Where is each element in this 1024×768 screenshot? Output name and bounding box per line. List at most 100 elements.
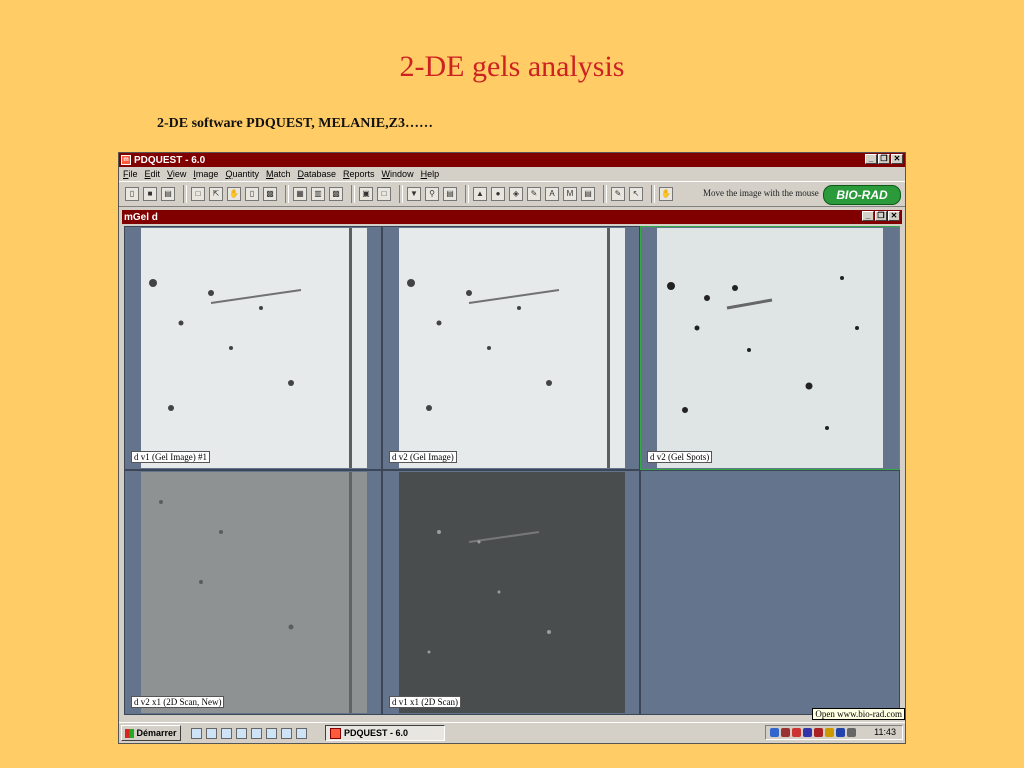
clock[interactable]: 11:43 bbox=[874, 727, 896, 737]
app-titlebar[interactable]: m PDQUEST - 6.0 _ ❐ ✕ bbox=[119, 153, 905, 167]
gel-image-2 bbox=[399, 228, 625, 468]
menu-image[interactable]: Image bbox=[193, 169, 218, 179]
text-abc-icon[interactable]: A bbox=[545, 187, 559, 201]
bio-rad-tooltip: Open www.bio-rad.com bbox=[812, 708, 905, 720]
menu-file[interactable]: File bbox=[123, 169, 138, 179]
menu-quantity[interactable]: Quantity bbox=[225, 169, 259, 179]
crop-icon[interactable]: □ bbox=[191, 187, 205, 201]
menu-match[interactable]: Match bbox=[266, 169, 291, 179]
subwindow-title: Gel d bbox=[132, 211, 158, 223]
quicklaunch-icon-2[interactable] bbox=[206, 727, 217, 739]
match-icon[interactable]: ◈ bbox=[509, 187, 523, 201]
menubar: File Edit View Image Quantity Match Data… bbox=[119, 167, 905, 181]
menu-database[interactable]: Database bbox=[298, 169, 337, 179]
table-icon[interactable]: ▤ bbox=[443, 187, 457, 201]
start-label: Démarrer bbox=[136, 728, 177, 738]
edit-tool-icon[interactable]: ✎ bbox=[611, 187, 625, 201]
slide-subtitle: 2-DE software PDQUEST, MELANIE,Z3…… bbox=[157, 116, 433, 131]
start-button[interactable]: Démarrer bbox=[121, 725, 181, 741]
annotate-icon[interactable]: ✎ bbox=[527, 187, 541, 201]
page-icon[interactable]: ▯ bbox=[245, 187, 259, 201]
taskbar: Démarrer PDQUEST - 6.0 11:43 bbox=[119, 722, 905, 743]
menu-edit[interactable]: Edit bbox=[145, 169, 161, 179]
quicklaunch-icon-1[interactable] bbox=[191, 727, 202, 739]
pdquest-app-icon: m bbox=[121, 155, 131, 165]
mwpi-icon[interactable]: M bbox=[563, 187, 577, 201]
tray-icon-1[interactable] bbox=[770, 728, 779, 737]
gel-spots-image bbox=[657, 228, 883, 468]
pdquest-window: m PDQUEST - 6.0 _ ❐ ✕ File Edit View Ima… bbox=[118, 152, 906, 744]
shield-icon[interactable] bbox=[814, 728, 823, 737]
menu-reports[interactable]: Reports bbox=[343, 169, 375, 179]
panel-label-3: d v2 (Gel Spots) bbox=[647, 451, 713, 463]
tray-icon-6[interactable] bbox=[825, 728, 834, 737]
task-label: PDQUEST - 6.0 bbox=[344, 728, 409, 738]
quick-launch bbox=[191, 727, 307, 739]
tray-icon-8[interactable] bbox=[847, 728, 856, 737]
gel-panel-1[interactable]: d v1 (Gel Image) #1 bbox=[124, 226, 382, 470]
zoom-icon[interactable]: ⚲ bbox=[425, 187, 439, 201]
print-icon[interactable]: ▤ bbox=[161, 187, 175, 201]
menu-window[interactable]: Window bbox=[382, 169, 414, 179]
gel-scan-image-2 bbox=[399, 472, 625, 713]
sub-close-button[interactable]: ✕ bbox=[888, 211, 900, 221]
quicklaunch-icon-6[interactable] bbox=[266, 727, 277, 739]
minimize-button[interactable]: _ bbox=[865, 154, 877, 164]
tray-icon-4[interactable] bbox=[803, 728, 812, 737]
quicklaunch-icon-8[interactable] bbox=[296, 727, 307, 739]
panel-label-1: d v1 (Gel Image) #1 bbox=[131, 451, 210, 463]
panel-label-2: d v2 (Gel Image) bbox=[389, 451, 457, 463]
restore-button[interactable]: ❐ bbox=[878, 154, 890, 164]
gel-panel-4[interactable]: d v2 x1 (2D Scan, New) bbox=[124, 470, 382, 715]
grid-icon[interactable]: ▦ bbox=[293, 187, 307, 201]
image-view-icon[interactable]: ▣ bbox=[359, 187, 373, 201]
gel-scan-image-1 bbox=[141, 472, 367, 713]
sub-restore-button[interactable]: ❐ bbox=[875, 211, 887, 221]
menu-help[interactable]: Help bbox=[421, 169, 440, 179]
save-icon[interactable]: ■ bbox=[143, 187, 157, 201]
gel-grid: d v1 (Gel Image) #1 d v2 (Gel Image) d v… bbox=[124, 226, 900, 715]
app-title: PDQUEST - 6.0 bbox=[134, 154, 206, 166]
subwindow-titlebar[interactable]: m Gel d _ ❐ ✕ bbox=[122, 210, 902, 224]
tray-icon-3[interactable] bbox=[792, 728, 801, 737]
toolbar-status-message: Move the image with the mouse bbox=[703, 188, 819, 198]
select-region-icon[interactable]: ⇱ bbox=[209, 187, 223, 201]
quicklaunch-icon-5[interactable] bbox=[251, 727, 262, 739]
toolbar: ▯ ■ ▤ □ ⇱ ✋ ▯ ▩ ▦ ▥ ▩ ▣ □ ▼ ⚲ ▤ ▲ ● ◈ ✎ … bbox=[119, 181, 905, 207]
gel-panel-2[interactable]: d v2 (Gel Image) bbox=[382, 226, 640, 470]
pdquest-task-icon bbox=[330, 727, 341, 739]
bio-rad-logo[interactable]: BIO-RAD bbox=[823, 185, 901, 205]
gel-window-icon: m bbox=[124, 211, 133, 223]
report-icon[interactable]: ▤ bbox=[581, 187, 595, 201]
layers-icon[interactable]: ▩ bbox=[329, 187, 343, 201]
pointer-icon[interactable]: ↖ bbox=[629, 187, 643, 201]
hand-icon[interactable]: ✋ bbox=[227, 187, 241, 201]
gel-panel-3[interactable]: d v2 (Gel Spots) bbox=[640, 226, 900, 470]
stack-icon[interactable]: ▩ bbox=[263, 187, 277, 201]
ie-icon[interactable] bbox=[221, 727, 232, 739]
sub-minimize-button[interactable]: _ bbox=[862, 211, 874, 221]
gel-panel-5[interactable]: d v1 x1 (2D Scan) bbox=[382, 470, 640, 715]
panel-label-4: d v2 x1 (2D Scan, New) bbox=[131, 696, 225, 708]
spot-detect-icon[interactable]: ● bbox=[491, 187, 505, 201]
gel-image-1 bbox=[141, 228, 367, 468]
system-tray: 11:43 bbox=[765, 725, 903, 740]
tray-icon-7[interactable] bbox=[836, 728, 845, 737]
close-button[interactable]: ✕ bbox=[891, 154, 903, 164]
blank-view-icon[interactable]: □ bbox=[377, 187, 391, 201]
slide-title: 2-DE gels analysis bbox=[399, 50, 625, 83]
empty-panel bbox=[640, 470, 900, 715]
panel-label-5: d v1 x1 (2D Scan) bbox=[389, 696, 461, 708]
tray-icon-2[interactable] bbox=[781, 728, 790, 737]
quicklaunch-icon-7[interactable] bbox=[281, 727, 292, 739]
taskbar-pdquest-button[interactable]: PDQUEST - 6.0 bbox=[325, 725, 445, 741]
move-hand-icon[interactable]: ✋ bbox=[659, 187, 673, 201]
open-icon[interactable]: ▯ bbox=[125, 187, 139, 201]
menu-view[interactable]: View bbox=[167, 169, 186, 179]
quicklaunch-icon-4[interactable] bbox=[236, 727, 247, 739]
histogram-icon[interactable]: ▲ bbox=[473, 187, 487, 201]
compare-icon[interactable]: ▥ bbox=[311, 187, 325, 201]
gel-subwindow: m Gel d _ ❐ ✕ d v1 (Gel Image) #1 d v2 (… bbox=[122, 210, 902, 715]
windows-logo-icon bbox=[125, 728, 135, 738]
filter-icon[interactable]: ▼ bbox=[407, 187, 421, 201]
